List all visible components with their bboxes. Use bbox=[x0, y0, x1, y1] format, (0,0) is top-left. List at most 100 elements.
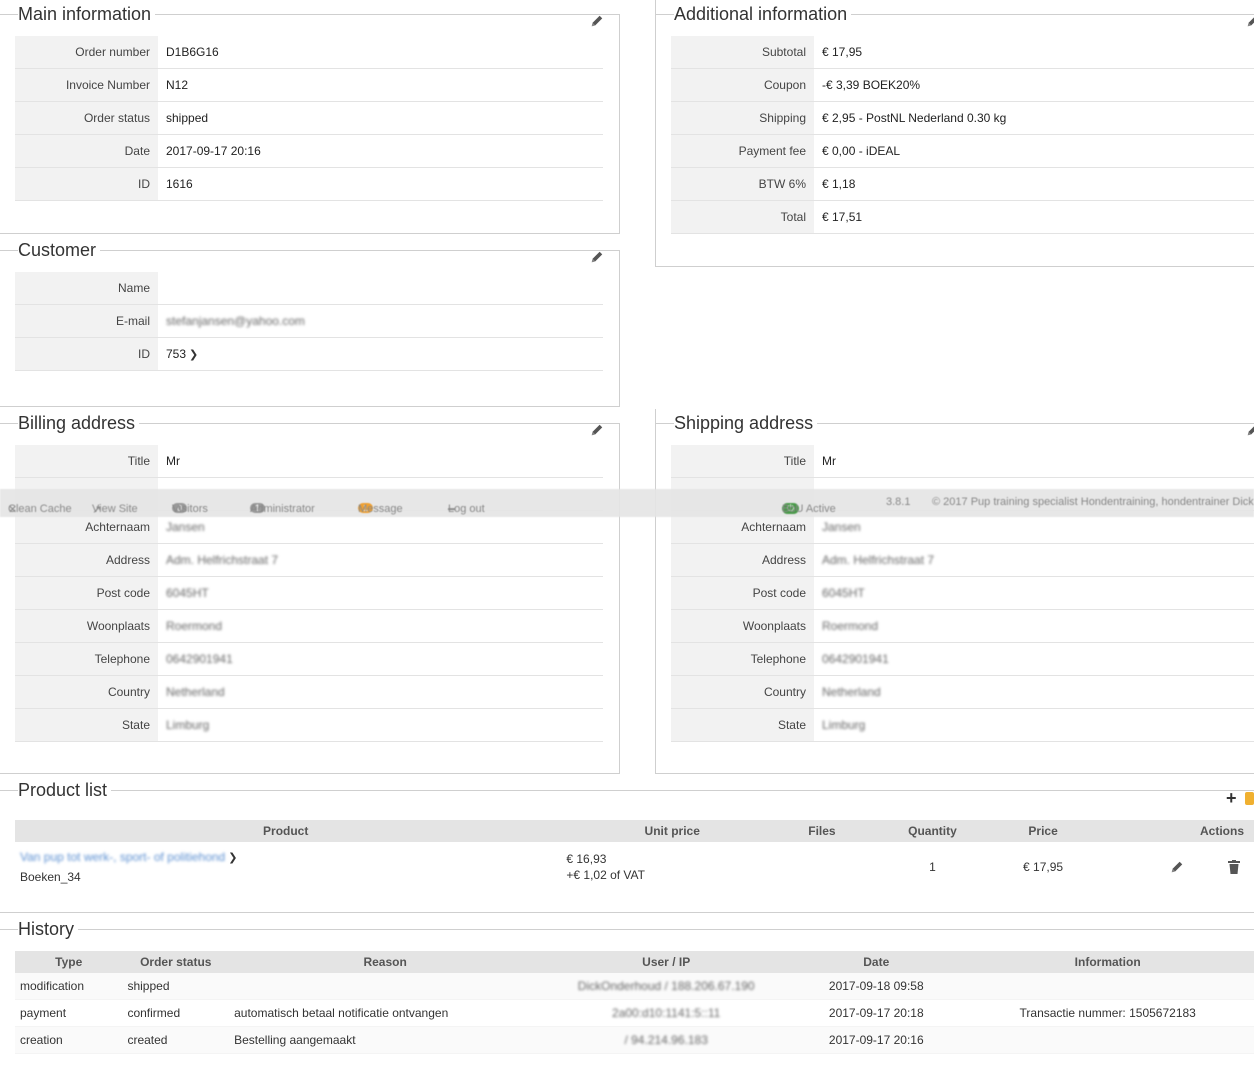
coupon-value: -€ 3,39 BOEK20% bbox=[814, 68, 1254, 102]
product-table: Product Unit price Files Quantity Price … bbox=[15, 820, 1254, 892]
order-number-value: D1B6G16 bbox=[158, 36, 603, 69]
date-cell: 2017-09-17 20:18 bbox=[791, 999, 962, 1027]
view-site-label: View Site bbox=[92, 503, 138, 515]
info-row: Country Netherland bbox=[671, 675, 1254, 709]
panel-title: Shipping address bbox=[674, 412, 818, 434]
field-label: Country bbox=[15, 675, 158, 709]
tax-value: € 1,18 bbox=[814, 167, 1254, 201]
info-row: Telephone 0642901941 bbox=[15, 642, 603, 676]
city-value: Roermond bbox=[822, 619, 879, 633]
type-cell: payment bbox=[15, 999, 123, 1027]
edit-pencil-icon[interactable] bbox=[1170, 860, 1184, 874]
lastname-value: Jansen bbox=[822, 520, 861, 534]
edit-pencil-icon[interactable] bbox=[590, 14, 604, 28]
main-info-table: Order number D1B6G16 Invoice Number N12 Or… bbox=[15, 36, 603, 201]
field-label: Invoice Number bbox=[15, 68, 158, 102]
trash-icon[interactable] bbox=[1228, 860, 1240, 875]
user-ip-cell: DickOnderhoud / 188.206.67.190 bbox=[577, 979, 755, 993]
info-row: Invoice Number N12 bbox=[15, 68, 603, 102]
folder-icon[interactable] bbox=[1245, 792, 1254, 805]
info-row: BTW 6% € 1,18 bbox=[671, 167, 1254, 201]
product-sku: Boeken_34 bbox=[20, 870, 81, 884]
field-label: Order status bbox=[15, 101, 158, 135]
state-value: Limburg bbox=[166, 718, 210, 732]
field-label: Name bbox=[15, 272, 158, 305]
column-header: User / IP bbox=[541, 951, 792, 973]
table-row: creation created Bestelling aangemaakt /… bbox=[15, 1026, 1254, 1054]
reason-cell bbox=[229, 973, 542, 1000]
field-label: State bbox=[15, 708, 158, 742]
chevron-right-icon[interactable]: ❯ bbox=[189, 348, 198, 361]
column-header: Order status bbox=[122, 951, 230, 973]
user-ip-cell: 2a00:d10:1141:5::11 bbox=[612, 1006, 721, 1020]
address-value: Adm. Helfrichstraat 7 bbox=[166, 553, 279, 567]
state-value: Limburg bbox=[822, 718, 866, 732]
reason-cell: automatisch betaal notificatie ontvangen bbox=[229, 999, 542, 1027]
bou-label: BoU Active bbox=[782, 503, 836, 515]
field-label: Date bbox=[15, 134, 158, 168]
telephone-value: 0642901941 bbox=[166, 652, 233, 666]
date-cell: 2017-09-17 20:16 bbox=[791, 1026, 962, 1054]
status-cell: confirmed bbox=[122, 999, 230, 1027]
field-label: Title bbox=[671, 445, 814, 478]
billing-address-panel: Billing address Title Mr Achternaam Jansen… bbox=[0, 409, 620, 774]
field-label: E-mail bbox=[15, 304, 158, 338]
type-cell: creation bbox=[15, 1026, 123, 1054]
city-value: Roermond bbox=[166, 619, 223, 633]
product-link[interactable]: Van pup tot werk-, sport- of politiehond bbox=[20, 850, 225, 864]
field-label: Telephone bbox=[671, 642, 814, 676]
table-row: payment confirmed automatisch betaal not… bbox=[15, 999, 1254, 1027]
info-row: E-mail stefanjansen@yahoo.com bbox=[15, 304, 603, 338]
info-cell bbox=[961, 1026, 1254, 1054]
date-cell: 2017-09-18 09:58 bbox=[791, 973, 962, 1000]
address-value: Adm. Helfrichstraat 7 bbox=[822, 553, 935, 567]
field-label: Coupon bbox=[671, 68, 814, 102]
administrator-label: Administrator bbox=[250, 503, 315, 515]
field-label: Country bbox=[671, 675, 814, 709]
postcode-value: 6045HT bbox=[822, 586, 865, 600]
shipping-value: € 2,95 - PostNL Nederland 0.30 kg bbox=[814, 101, 1254, 135]
vat-note: +€ 1,02 of VAT bbox=[566, 868, 645, 882]
column-header: Price bbox=[1009, 820, 1078, 842]
title-value: Mr bbox=[158, 445, 603, 478]
column-header: Actions bbox=[1077, 820, 1254, 842]
field-label: Shipping bbox=[671, 101, 814, 135]
panel-title: Product list bbox=[18, 779, 112, 801]
subtotal-value: € 17,95 bbox=[814, 36, 1254, 69]
column-header: Quantity bbox=[855, 820, 1010, 842]
edit-pencil-icon[interactable] bbox=[1246, 14, 1254, 28]
info-row: Coupon -€ 3,39 BOEK20% bbox=[671, 68, 1254, 102]
chevron-right-icon[interactable]: ❯ bbox=[228, 851, 237, 864]
edit-pencil-icon[interactable] bbox=[1246, 423, 1254, 437]
field-label: Post code bbox=[671, 576, 814, 610]
info-row: Payment fee € 0,00 - iDEAL bbox=[671, 134, 1254, 168]
column-header: Information bbox=[961, 951, 1254, 973]
field-label: Address bbox=[15, 543, 158, 577]
column-header: Date bbox=[791, 951, 962, 973]
shipping-address-panel: Shipping address Title Mr Achternaam Janse… bbox=[655, 409, 1254, 774]
clean-cache-label: Clean Cache bbox=[8, 503, 72, 515]
id-value: 1616 bbox=[158, 167, 603, 201]
field-label: Woonplaats bbox=[671, 609, 814, 643]
files-value bbox=[788, 842, 856, 892]
history-table: Type Order status Reason User / IP Date … bbox=[15, 951, 1254, 1054]
edit-pencil-icon[interactable] bbox=[590, 250, 604, 264]
info-row: Address Adm. Helfrichstraat 7 bbox=[15, 543, 603, 577]
product-list-panel: Product list + Product Unit price Files … bbox=[0, 776, 1254, 913]
edit-pencil-icon[interactable] bbox=[590, 423, 604, 437]
main-information-panel: Main information Order number D1B6G16 Inv… bbox=[0, 0, 620, 234]
additional-info-table: Subtotal € 17,95 Coupon -€ 3,39 BOEK20% Sh… bbox=[671, 36, 1254, 234]
column-header: Product bbox=[15, 820, 557, 842]
title-value: Mr bbox=[814, 445, 1254, 478]
field-label: Address bbox=[671, 543, 814, 577]
table-row: modification shipped DickOnderhoud / 188… bbox=[15, 973, 1254, 1000]
status-cell: shipped bbox=[122, 973, 230, 1000]
add-product-icon[interactable]: + bbox=[1226, 789, 1237, 807]
lastname-value: Jansen bbox=[166, 520, 205, 534]
reason-cell: Bestelling aangemaakt bbox=[229, 1026, 542, 1054]
customer-table: Name E-mail stefanjansen@yahoo.com ID 753 ❯ bbox=[15, 272, 603, 371]
field-label: Subtotal bbox=[671, 36, 814, 69]
info-row: Order status shipped bbox=[15, 101, 603, 135]
user-ip-cell: / 94.214.96.183 bbox=[624, 1033, 708, 1047]
admin-toolbar: ✕ Clean Cache ↗ View Site 0 Visitors 1 Adm… bbox=[0, 489, 1254, 517]
